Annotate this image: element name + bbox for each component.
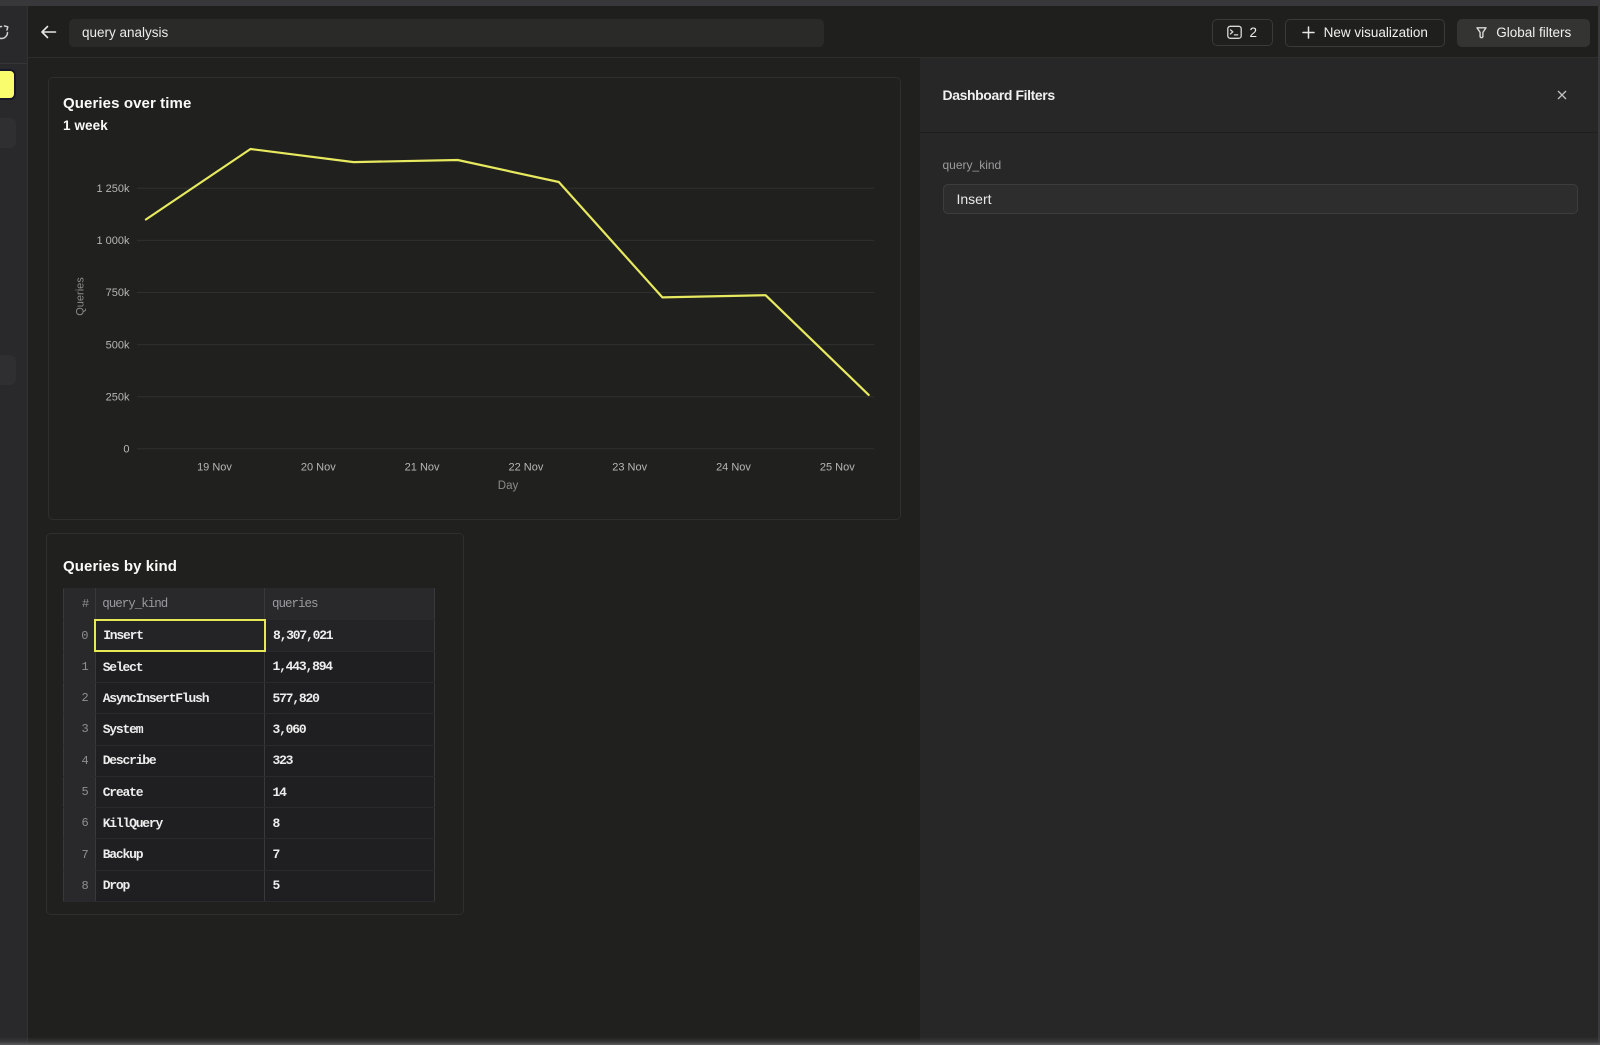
- svg-text:0: 0: [123, 443, 129, 455]
- svg-text:21 Nov: 21 Nov: [404, 461, 439, 473]
- svg-text:25 Nov: 25 Nov: [819, 461, 854, 473]
- svg-text:1 000k: 1 000k: [96, 235, 130, 247]
- svg-text:500k: 500k: [105, 339, 129, 351]
- svg-text:19 Nov: 19 Nov: [197, 461, 232, 473]
- svg-text:23 Nov: 23 Nov: [612, 461, 647, 473]
- svg-text:22 Nov: 22 Nov: [508, 461, 543, 473]
- svg-text:750k: 750k: [105, 287, 129, 299]
- svg-text:20 Nov: 20 Nov: [300, 461, 335, 473]
- svg-text:1 250k: 1 250k: [96, 183, 130, 195]
- svg-text:250k: 250k: [105, 391, 129, 403]
- svg-text:24 Nov: 24 Nov: [716, 461, 751, 473]
- svg-text:Queries: Queries: [74, 276, 86, 315]
- svg-text:Day: Day: [497, 480, 518, 492]
